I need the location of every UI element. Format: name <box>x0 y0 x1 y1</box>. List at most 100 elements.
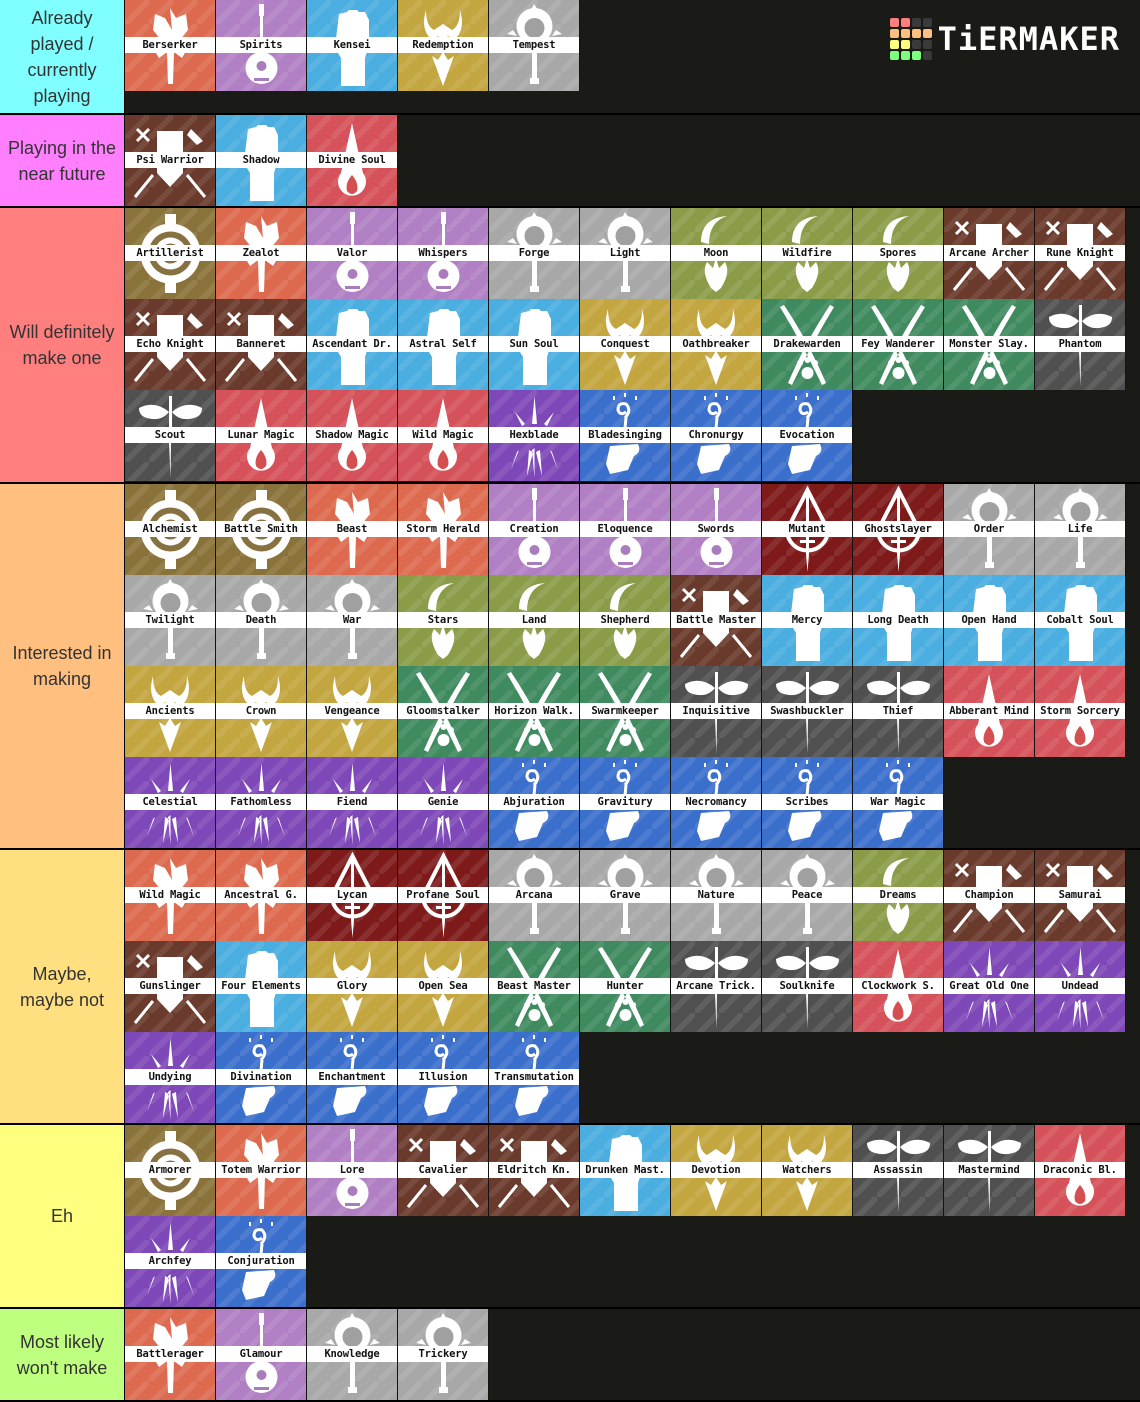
subclass-tile[interactable]: Open Sea <box>398 941 489 1032</box>
subclass-tile[interactable]: Profane Soul <box>398 850 489 941</box>
subclass-tile[interactable]: Beast <box>307 484 398 575</box>
subclass-tile[interactable]: Sun Soul <box>489 299 580 390</box>
subclass-tile[interactable]: Spirits <box>216 0 307 91</box>
subclass-tile[interactable]: Conjuration <box>216 1216 307 1307</box>
subclass-tile[interactable]: Order <box>944 484 1035 575</box>
subclass-tile[interactable]: Artillerist <box>125 208 216 299</box>
tier-label[interactable]: Most likely won't make <box>0 1309 125 1400</box>
tier-label[interactable]: Interested in making <box>0 484 125 848</box>
subclass-tile[interactable]: Ascendant Dr. <box>307 299 398 390</box>
subclass-tile[interactable]: Clockwork S. <box>853 941 944 1032</box>
subclass-tile[interactable]: Fathomless <box>216 757 307 848</box>
subclass-tile[interactable]: Drunken Mast. <box>580 1125 671 1216</box>
subclass-tile[interactable]: Tempest <box>489 0 580 91</box>
subclass-tile[interactable]: Astral Self <box>398 299 489 390</box>
subclass-tile[interactable]: Devotion <box>671 1125 762 1216</box>
tier-label[interactable]: Maybe, maybe not <box>0 850 125 1123</box>
subclass-tile[interactable]: Knowledge <box>307 1309 398 1400</box>
subclass-tile[interactable]: Undying <box>125 1032 216 1123</box>
subclass-tile[interactable]: Life <box>1035 484 1126 575</box>
subclass-tile[interactable]: Bladesinging <box>580 390 671 481</box>
subclass-tile[interactable]: Samurai <box>1035 850 1126 941</box>
subclass-tile[interactable]: Gravitury <box>580 757 671 848</box>
subclass-tile[interactable]: Shadow <box>216 115 307 206</box>
subclass-tile[interactable]: Rune Knight <box>1035 208 1126 299</box>
subclass-tile[interactable]: Ancients <box>125 666 216 757</box>
subclass-tile[interactable]: Swords <box>671 484 762 575</box>
subclass-tile[interactable]: Thief <box>853 666 944 757</box>
subclass-tile[interactable]: Mutant <box>762 484 853 575</box>
subclass-tile[interactable]: Fiend <box>307 757 398 848</box>
subclass-tile[interactable]: Assassin <box>853 1125 944 1216</box>
subclass-tile[interactable]: Spores <box>853 208 944 299</box>
subclass-tile[interactable]: Forge <box>489 208 580 299</box>
subclass-tile[interactable]: Swashbuckler <box>762 666 853 757</box>
subclass-tile[interactable]: Beast Master <box>489 941 580 1032</box>
subclass-tile[interactable]: Twilight <box>125 575 216 666</box>
subclass-tile[interactable]: Hexblade <box>489 390 580 481</box>
subclass-tile[interactable]: Psi Warrior <box>125 115 216 206</box>
subclass-tile[interactable]: War <box>307 575 398 666</box>
subclass-tile[interactable]: Glamour <box>216 1309 307 1400</box>
subclass-tile[interactable]: Lore <box>307 1125 398 1216</box>
subclass-tile[interactable]: Arcane Archer <box>944 208 1035 299</box>
subclass-tile[interactable]: Illusion <box>398 1032 489 1123</box>
subclass-tile[interactable]: Wild Magic <box>398 390 489 481</box>
subclass-tile[interactable]: Valor <box>307 208 398 299</box>
subclass-tile[interactable]: Battle Master <box>671 575 762 666</box>
subclass-tile[interactable]: Redemption <box>398 0 489 91</box>
subclass-tile[interactable]: Monster Slay. <box>944 299 1035 390</box>
subclass-tile[interactable]: Arcana <box>489 850 580 941</box>
subclass-tile[interactable]: Lycan <box>307 850 398 941</box>
subclass-tile[interactable]: Land <box>489 575 580 666</box>
subclass-tile[interactable]: Gunslinger <box>125 941 216 1032</box>
subclass-tile[interactable]: Champion <box>944 850 1035 941</box>
subclass-tile[interactable]: Undead <box>1035 941 1126 1032</box>
subclass-tile[interactable]: Light <box>580 208 671 299</box>
subclass-tile[interactable]: Mastermind <box>944 1125 1035 1216</box>
subclass-tile[interactable]: Storm Herald <box>398 484 489 575</box>
subclass-tile[interactable]: Wildfire <box>762 208 853 299</box>
subclass-tile[interactable]: Stars <box>398 575 489 666</box>
subclass-tile[interactable]: Arcane Trick. <box>671 941 762 1032</box>
subclass-tile[interactable]: Crown <box>216 666 307 757</box>
subclass-tile[interactable]: Genie <box>398 757 489 848</box>
subclass-tile[interactable]: Kensei <box>307 0 398 91</box>
subclass-tile[interactable]: Divination <box>216 1032 307 1123</box>
subclass-tile[interactable]: Chronurgy <box>671 390 762 481</box>
subclass-tile[interactable]: Oathbreaker <box>671 299 762 390</box>
subclass-tile[interactable]: Long Death <box>853 575 944 666</box>
subclass-tile[interactable]: Battlerager <box>125 1309 216 1400</box>
subclass-tile[interactable]: Totem Warrior <box>216 1125 307 1216</box>
subclass-tile[interactable]: Creation <box>489 484 580 575</box>
subclass-tile[interactable]: Wild Magic <box>125 850 216 941</box>
subclass-tile[interactable]: Lunar Magic <box>216 390 307 481</box>
subclass-tile[interactable]: War Magic <box>853 757 944 848</box>
subclass-tile[interactable]: Transmutation <box>489 1032 580 1123</box>
subclass-tile[interactable]: Conquest <box>580 299 671 390</box>
subclass-tile[interactable]: Eloquence <box>580 484 671 575</box>
subclass-tile[interactable]: Battle Smith <box>216 484 307 575</box>
subclass-tile[interactable]: Four Elements <box>216 941 307 1032</box>
subclass-tile[interactable]: Berserker <box>125 0 216 91</box>
subclass-tile[interactable]: Gloomstalker <box>398 666 489 757</box>
subclass-tile[interactable]: Mercy <box>762 575 853 666</box>
subclass-tile[interactable]: Inquisitive <box>671 666 762 757</box>
subclass-tile[interactable]: Echo Knight <box>125 299 216 390</box>
subclass-tile[interactable]: Divine Soul <box>307 115 398 206</box>
subclass-tile[interactable]: Swarmkeeper <box>580 666 671 757</box>
subclass-tile[interactable]: Great Old One <box>944 941 1035 1032</box>
tier-label[interactable]: Playing in the near future <box>0 115 125 206</box>
subclass-tile[interactable]: Celestial <box>125 757 216 848</box>
subclass-tile[interactable]: Shepherd <box>580 575 671 666</box>
tier-label[interactable]: Already played / currently playing <box>0 0 125 113</box>
subclass-tile[interactable]: Banneret <box>216 299 307 390</box>
subclass-tile[interactable]: Nature <box>671 850 762 941</box>
subclass-tile[interactable]: Cobalt Soul <box>1035 575 1126 666</box>
subclass-tile[interactable]: Drakewarden <box>762 299 853 390</box>
subclass-tile[interactable]: Scout <box>125 390 216 481</box>
subclass-tile[interactable]: Hunter <box>580 941 671 1032</box>
subclass-tile[interactable]: Evocation <box>762 390 853 481</box>
subclass-tile[interactable]: Abberant Mind <box>944 666 1035 757</box>
subclass-tile[interactable]: Glory <box>307 941 398 1032</box>
